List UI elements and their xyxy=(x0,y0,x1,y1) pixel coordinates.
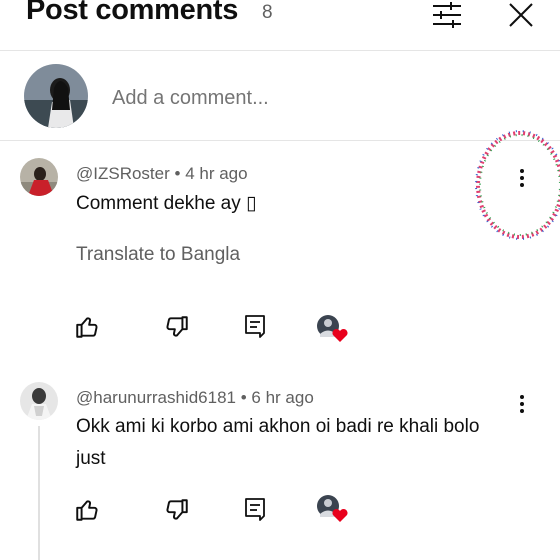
commenter-avatar[interactable] xyxy=(20,382,58,420)
comment-more-button[interactable] xyxy=(510,392,534,416)
commenter-avatar[interactable] xyxy=(20,158,58,196)
dislike-button[interactable] xyxy=(162,495,192,525)
reply-thread-line xyxy=(38,426,40,560)
comment-text: Comment dekhe ay ▯ xyxy=(76,193,257,214)
translate-link[interactable]: Translate to Bangla xyxy=(76,244,240,266)
close-icon xyxy=(509,3,533,27)
panel-title: Post comments xyxy=(26,0,239,26)
comment-author[interactable]: @harunurrashid6181 xyxy=(76,388,236,407)
comment-time: 4 hr ago xyxy=(185,164,248,183)
creator-avatar-heart-icon xyxy=(317,495,348,522)
dislike-button[interactable] xyxy=(162,312,192,342)
thumbs-up-icon xyxy=(76,317,98,338)
creator-heart-badge xyxy=(316,314,348,344)
reply-button[interactable] xyxy=(240,312,270,342)
creator-avatar-heart-icon xyxy=(317,315,348,342)
close-button[interactable] xyxy=(504,0,538,30)
current-user-avatar xyxy=(24,64,88,128)
sliders-icon xyxy=(433,2,461,28)
thumbs-up-icon xyxy=(76,500,98,521)
header-divider xyxy=(0,50,560,51)
comments-header: Post comments 8 xyxy=(0,0,560,48)
touch-highlight-ring xyxy=(475,130,560,240)
more-vert-icon xyxy=(520,395,524,413)
comment-count: 8 xyxy=(262,2,273,23)
reply-comment-icon xyxy=(245,315,265,338)
add-comment-input[interactable] xyxy=(112,84,512,112)
reply-comment-icon xyxy=(245,498,265,521)
comment-text: Okk ami ki korbo ami akhon oi badi re kh… xyxy=(76,416,480,469)
comment-time: 6 hr ago xyxy=(251,388,314,407)
comment-meta: @IZSRoster • 4 hr ago xyxy=(76,164,248,183)
reply-button[interactable] xyxy=(240,495,270,525)
thumbs-down-icon xyxy=(166,316,188,337)
like-button[interactable] xyxy=(72,312,102,342)
like-button[interactable] xyxy=(72,495,102,525)
comment-meta: @harunurrashid6181 • 6 hr ago xyxy=(76,388,314,407)
comment-author[interactable]: @IZSRoster xyxy=(76,164,170,183)
filter-button[interactable] xyxy=(430,0,464,30)
thumbs-down-icon xyxy=(166,499,188,520)
creator-heart-badge xyxy=(316,494,348,524)
